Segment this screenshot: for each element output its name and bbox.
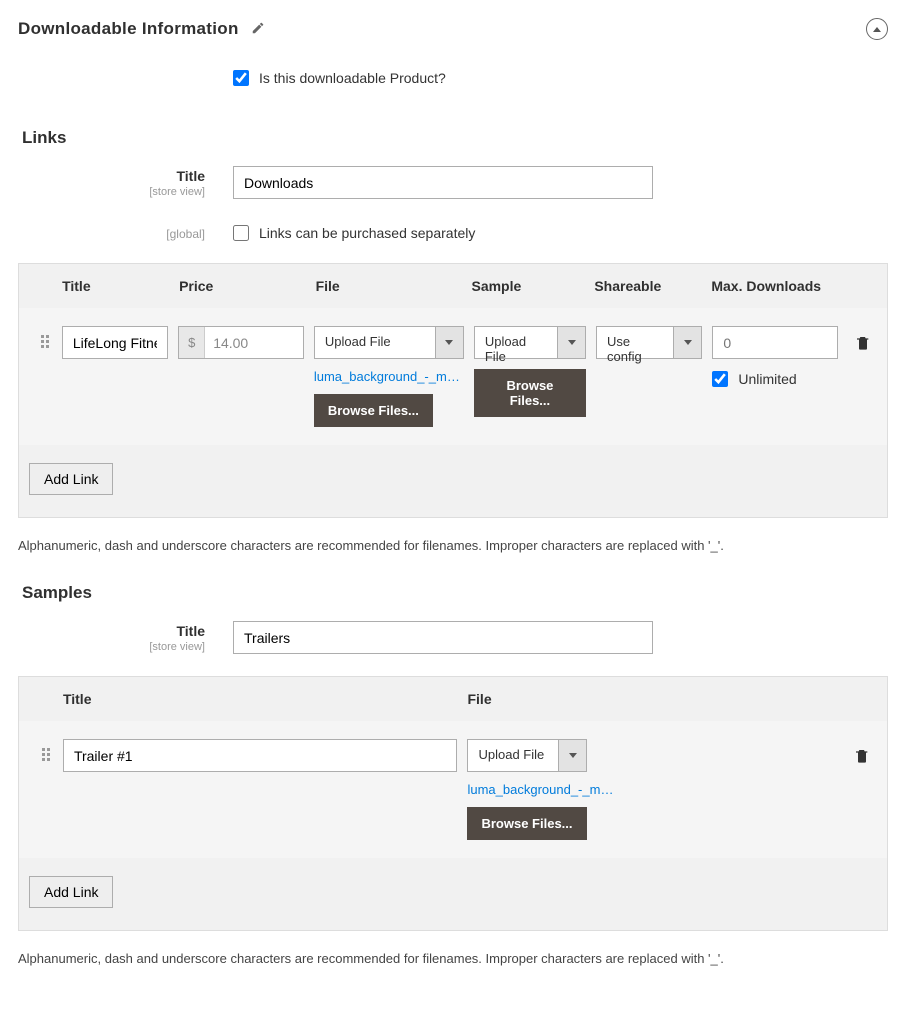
is-downloadable-field: Is this downloadable Product? — [18, 70, 888, 86]
sample-file-mode-select[interactable]: Upload File — [467, 739, 587, 772]
chevron-down-icon — [558, 740, 586, 771]
drag-handle-icon[interactable] — [41, 747, 51, 762]
drag-handle-icon[interactable] — [40, 334, 50, 349]
is-downloadable-label: Is this downloadable Product? — [259, 70, 446, 86]
links-title-input[interactable] — [233, 166, 653, 199]
links-title-scope: [store view] — [18, 186, 205, 198]
samples-col-file: File — [467, 691, 847, 707]
link-file-mode-select[interactable]: Upload File — [314, 326, 464, 359]
samples-heading: Samples — [22, 583, 888, 603]
section-header: Downloadable Information — [18, 18, 888, 52]
samples-row: Upload File luma_background_-_mo... Brow… — [19, 721, 887, 858]
link-max-downloads-input[interactable] — [712, 326, 838, 359]
col-file: File — [316, 278, 472, 294]
samples-title-label: Title — [176, 623, 205, 639]
link-file-mode-label: Upload File — [315, 327, 435, 358]
sample-title-input[interactable] — [63, 739, 458, 772]
samples-col-title: Title — [63, 691, 468, 707]
link-unlimited-checkbox[interactable] — [712, 371, 728, 387]
links-filenames-note: Alphanumeric, dash and underscore charac… — [18, 538, 888, 553]
link-shareable-select[interactable]: Use config — [596, 326, 702, 359]
link-shareable-label: Use config — [597, 327, 673, 358]
col-price: Price — [179, 278, 315, 294]
link-title-input[interactable] — [62, 326, 168, 359]
links-row: $ Upload File luma_background_-_mo... Br… — [19, 308, 887, 445]
edit-icon[interactable] — [251, 21, 265, 38]
samples-title-input[interactable] — [233, 621, 653, 654]
samples-title-scope: [store view] — [18, 641, 205, 653]
link-unlimited-label: Unlimited — [738, 371, 796, 387]
currency-symbol: $ — [179, 327, 205, 358]
links-title-field: Title [store view] — [18, 166, 888, 199]
sample-file-name[interactable]: luma_background_-_mo... — [467, 782, 617, 797]
links-separately-scope: [global] — [18, 227, 205, 241]
sample-file-mode-label: Upload File — [468, 740, 558, 771]
chevron-down-icon — [435, 327, 463, 358]
link-file-browse-button[interactable]: Browse Files... — [314, 394, 433, 427]
add-sample-button[interactable]: Add Link — [29, 876, 113, 908]
add-link-button[interactable]: Add Link — [29, 463, 113, 495]
links-grid: Title Price File Sample Shareable Max. D… — [18, 263, 888, 518]
delete-link-button[interactable] — [855, 334, 871, 355]
links-separately-checkbox[interactable] — [233, 225, 249, 241]
link-sample-mode-select[interactable]: Upload File — [474, 326, 586, 359]
col-max: Max. Downloads — [711, 278, 847, 294]
link-sample-browse-button[interactable]: Browse Files... — [474, 369, 586, 417]
samples-title-field: Title [store view] — [18, 621, 888, 654]
col-title: Title — [62, 278, 179, 294]
chevron-up-icon — [873, 27, 881, 32]
samples-filenames-note: Alphanumeric, dash and underscore charac… — [18, 951, 888, 966]
chevron-down-icon — [673, 327, 701, 358]
link-file-name[interactable]: luma_background_-_mo... — [314, 369, 464, 384]
delete-sample-button[interactable] — [854, 747, 870, 768]
collapse-toggle[interactable] — [866, 18, 888, 40]
col-sample: Sample — [471, 278, 594, 294]
links-heading: Links — [22, 128, 888, 148]
chevron-down-icon — [557, 327, 585, 358]
sample-browse-button[interactable]: Browse Files... — [467, 807, 586, 840]
samples-grid: Title File Upload File luma_background_-… — [18, 676, 888, 931]
col-share: Shareable — [594, 278, 711, 294]
links-title-label: Title — [176, 168, 205, 184]
is-downloadable-checkbox[interactable] — [233, 70, 249, 86]
section-title: Downloadable Information — [18, 19, 239, 39]
links-separately-label: Links can be purchased separately — [259, 225, 475, 241]
links-separately-field: [global] Links can be purchased separate… — [18, 225, 888, 241]
link-sample-mode-label: Upload File — [475, 327, 557, 358]
